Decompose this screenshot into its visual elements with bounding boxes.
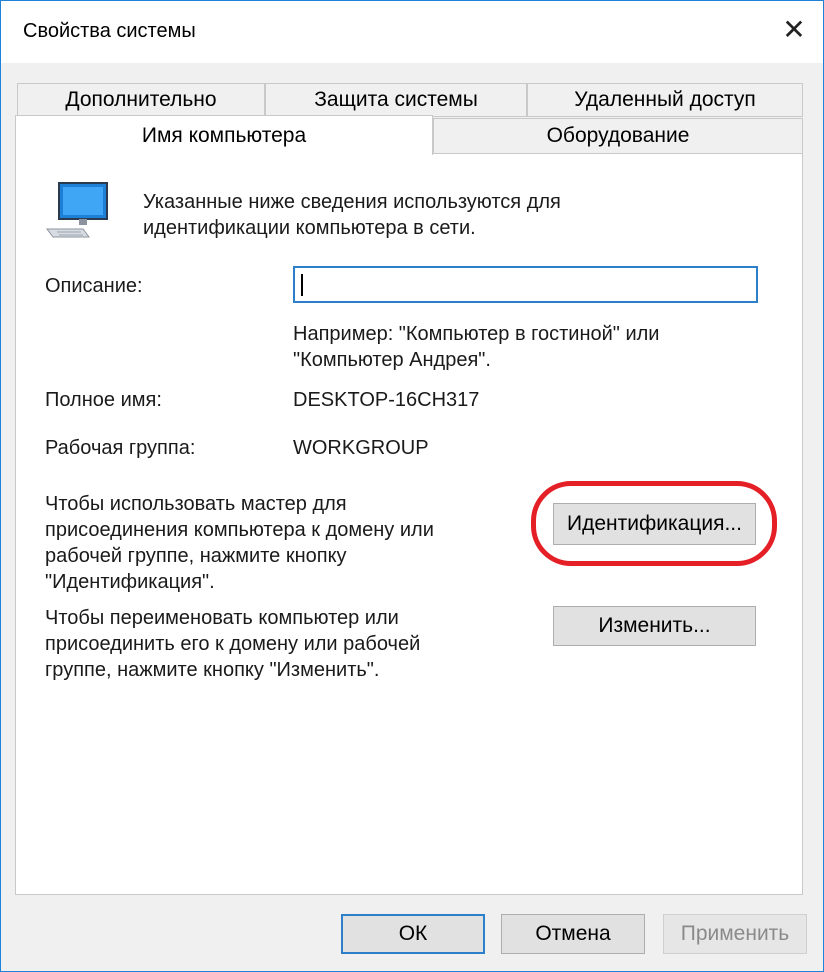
window-title: Свойства системы — [23, 20, 196, 42]
description-label: Описание: — [45, 275, 143, 297]
rename-text-line1: Чтобы переименовать компьютер или — [45, 607, 399, 629]
system-properties-window: Свойства системы ✕ Дополнительно Защита … — [0, 0, 824, 972]
change-button[interactable]: Изменить... — [553, 606, 756, 646]
wizard-text-line2: присоединения компьютера к домену или — [45, 519, 434, 541]
apply-button[interactable]: Применить — [663, 914, 807, 954]
wizard-text-line1: Чтобы использовать мастер для — [45, 493, 347, 515]
ok-button[interactable]: ОК — [341, 914, 485, 954]
computer-monitor-icon — [45, 181, 111, 241]
red-highlight-ellipse — [531, 481, 777, 566]
full-name-value: DESKTOP-16CH317 — [293, 389, 480, 411]
workgroup-label: Рабочая группа: — [45, 437, 196, 459]
example-text-line1: Например: "Компьютер в гостиной" или — [293, 323, 660, 345]
text-caret — [301, 274, 303, 296]
description-input[interactable] — [293, 266, 758, 303]
tab-computer-name[interactable]: Имя компьютера — [15, 115, 433, 155]
tab-advanced[interactable]: Дополнительно — [17, 83, 265, 117]
workgroup-value: WORKGROUP — [293, 437, 429, 459]
rename-text-line3: группе, нажмите кнопку "Изменить". — [45, 659, 380, 681]
wizard-text-line3: рабочей группе, нажмите кнопку — [45, 545, 347, 567]
close-icon[interactable]: ✕ — [779, 15, 809, 45]
tab-remote[interactable]: Удаленный доступ — [527, 83, 803, 117]
rename-text-line2: присоединить его к домену или рабочей — [45, 633, 421, 655]
tab-system-protection[interactable]: Защита системы — [265, 83, 527, 117]
intro-text-line2: идентификации компьютера в сети. — [143, 217, 476, 239]
example-text-line2: "Компьютер Андрея". — [293, 349, 491, 371]
intro-text-line1: Указанные ниже сведения используются для — [143, 191, 561, 213]
cancel-button[interactable]: Отмена — [501, 914, 645, 954]
tab-hardware[interactable]: Оборудование — [433, 118, 803, 154]
wizard-text-line4: "Идентификация". — [45, 571, 215, 593]
full-name-label: Полное имя: — [45, 389, 162, 411]
title-bar: Свойства системы ✕ — [1, 1, 823, 63]
